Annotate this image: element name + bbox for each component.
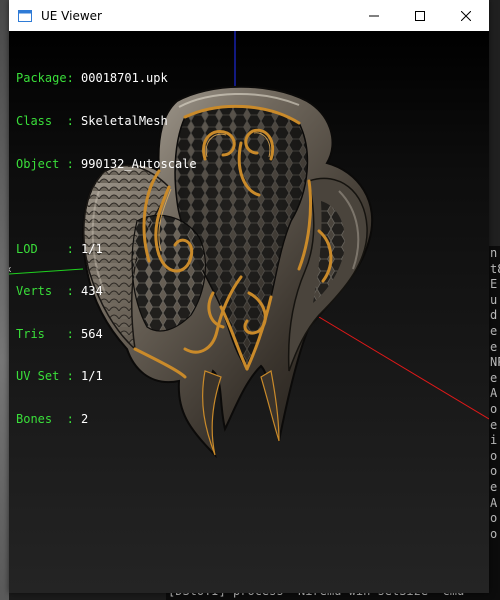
object-value: 990132_Autoscale (81, 156, 197, 171)
console-line: e (490, 417, 498, 432)
console-line: e (490, 370, 498, 385)
console-line: e (490, 339, 498, 354)
object-label: Object : (16, 156, 74, 171)
console-line: NP (490, 355, 500, 370)
maximize-button[interactable] (397, 0, 443, 31)
maximize-icon (415, 10, 425, 21)
uvset-value: 1/1 (81, 369, 103, 384)
console-window: nt8EudeeNPeAoeiooeAoo (489, 246, 500, 600)
console-line: o (490, 526, 498, 541)
lod-label: LOD : (16, 241, 74, 256)
console-line: t8 (490, 261, 500, 276)
tris-label: Tris : (16, 326, 74, 341)
close-button[interactable] (443, 0, 489, 31)
package-label: Package: (16, 71, 74, 86)
info-package: Package: 00018701.upk (16, 71, 197, 85)
class-value: SkeletalMesh (81, 114, 168, 129)
ue-viewer-window: UE Viewer Package: 00018701.upk Class: … (9, 0, 489, 593)
console-line: i (490, 433, 498, 448)
info-verts: Verts : 434 (16, 284, 197, 298)
info-tris: Tris : 564 (16, 327, 197, 341)
tris-value: 564 (81, 326, 103, 341)
console-line: o (490, 511, 498, 526)
console-line: e (490, 323, 498, 338)
minimize-button[interactable] (351, 0, 397, 31)
console-line: n (490, 246, 498, 260)
console-line: e (490, 479, 498, 494)
close-icon (461, 10, 471, 21)
mesh-info-overlay: Package: 00018701.upk Class : SkeletalMe… (16, 43, 197, 455)
bones-label: Bones : (16, 412, 74, 427)
bones-value: 2 (81, 412, 89, 427)
title-bar[interactable]: UE Viewer (9, 0, 489, 31)
console-line: A (490, 495, 498, 510)
verts-label: Verts : (16, 284, 74, 299)
3d-viewport[interactable]: x (9, 31, 489, 593)
console-line: o (490, 464, 498, 479)
console-line: o (490, 448, 498, 463)
minimize-icon (369, 15, 379, 16)
info-lod: LOD : 1/1 (16, 242, 197, 256)
info-uvset: UV Set : 1/1 (16, 369, 197, 383)
info-bones: Bones : 2 (16, 412, 197, 426)
info-class: Class : SkeletalMesh (16, 114, 197, 128)
info-object: Object : 990132_Autoscale (16, 157, 197, 171)
console-line: u (490, 292, 498, 307)
console-line: d (490, 308, 498, 323)
class-label: Class : (16, 114, 74, 129)
uvset-label: UV Set : (16, 369, 74, 384)
console-line: A (490, 386, 498, 401)
console-line: o (490, 401, 498, 416)
window-title: UE Viewer (41, 8, 102, 23)
lod-value: 1/1 (81, 241, 103, 256)
app-icon (18, 9, 32, 22)
console-line: E (490, 277, 498, 292)
package-value: 00018701.upk (81, 71, 168, 86)
verts-value: 434 (81, 284, 103, 299)
desktop-background (0, 0, 9, 600)
